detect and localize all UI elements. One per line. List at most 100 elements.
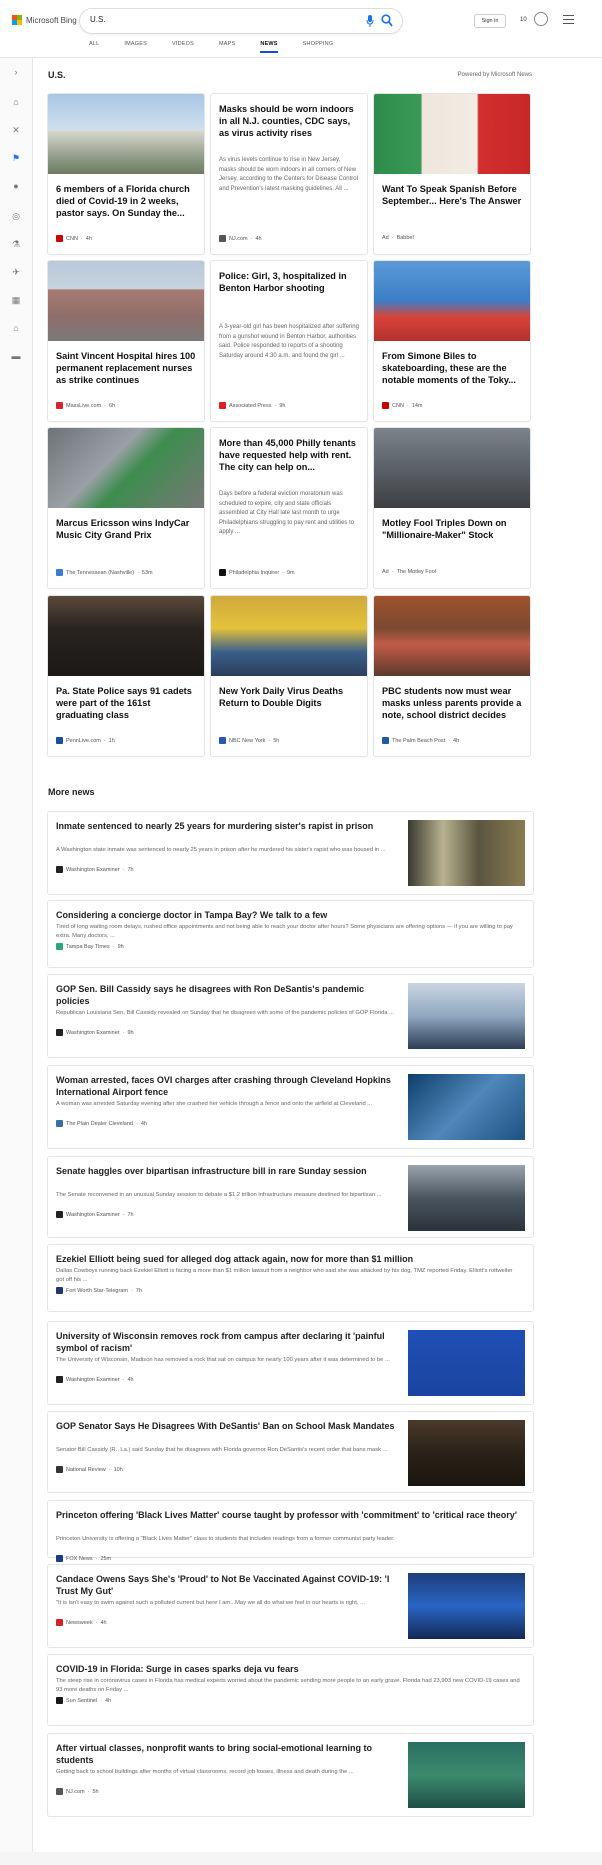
source-name[interactable]: NBC New York [229,738,265,744]
news-thumbnail[interactable] [408,1420,525,1486]
card-title[interactable]: Masks should be worn indoors in all N.J.… [219,103,359,139]
card-title[interactable]: From Simone Biles to skateboarding, thes… [382,350,522,386]
news-title[interactable]: Inmate sentenced to nearly 25 years for … [56,820,396,832]
card-image[interactable] [374,261,530,341]
news-card[interactable]: From Simone Biles to skateboarding, thes… [374,261,530,421]
sign-in-button[interactable]: Sign in [474,14,506,28]
card-title[interactable]: More than 45,000 Philly tenants have req… [219,437,359,473]
bing-logo[interactable]: Microsoft Bing [12,15,77,25]
bank-icon[interactable]: ⌂ [10,322,22,334]
news-title[interactable]: After virtual classes, nonprofit wants t… [56,1742,396,1766]
news-list-item[interactable]: Woman arrested, faces OVI charges after … [48,1066,533,1148]
news-thumbnail[interactable] [408,1165,525,1231]
news-card[interactable]: PBC students now must wear masks unless … [374,596,530,756]
tab-shopping[interactable]: SHOPPING [303,41,334,53]
card-image[interactable] [48,428,204,508]
source-name[interactable]: Fort Worth Star-Telegram [66,1288,128,1294]
news-card[interactable]: Police: Girl, 3, hospitalized in Benton … [211,261,367,421]
news-thumbnail[interactable] [408,1330,525,1396]
news-card[interactable]: Want To Speak Spanish Before September..… [374,94,530,254]
card-image[interactable] [374,94,530,174]
card-image[interactable] [211,596,367,676]
news-thumbnail[interactable] [408,983,525,1049]
source-name[interactable]: FOX News [66,1556,93,1562]
film-icon[interactable]: ▦ [10,294,22,306]
news-title[interactable]: University of Wisconsin removes rock fro… [56,1330,396,1354]
microscope-icon[interactable]: ⚗ [10,238,22,250]
card-image[interactable] [48,596,204,676]
search-box[interactable] [80,9,402,33]
source-name[interactable]: Tampa Bay Times [66,944,110,950]
home-icon[interactable]: ⌂ [10,96,22,108]
news-title[interactable]: Ezekiel Elliott being sued for alleged d… [56,1253,521,1265]
source-name[interactable]: The Plain Dealer Cleveland [66,1121,133,1127]
news-card[interactable]: Masks should be worn indoors in all N.J.… [211,94,367,254]
news-card[interactable]: Marcus Ericsson wins IndyCar Music City … [48,428,204,588]
news-title[interactable]: Woman arrested, faces OVI charges after … [56,1074,396,1098]
source-name[interactable]: Sun Sentinel [66,1698,97,1704]
news-thumbnail[interactable] [408,1742,525,1808]
source-name[interactable]: Washington Examiner [66,1030,120,1036]
search-icon[interactable] [381,14,393,27]
source-name[interactable]: MassLive.com [66,403,101,409]
news-list-item[interactable]: COVID-19 in Florida: Surge in cases spar… [48,1655,533,1725]
rewards-icon[interactable] [534,12,548,26]
card-title[interactable]: Police: Girl, 3, hospitalized in Benton … [219,270,359,294]
news-list-item[interactable]: Candace Owens Says She's 'Proud' to Not … [48,1565,533,1647]
source-name[interactable]: Washington Examiner [66,867,120,873]
satellite-icon[interactable]: ✈ [10,266,22,278]
source-name[interactable]: Babbel [397,235,414,241]
news-title[interactable]: Senate haggles over bipartisan infrastru… [56,1165,396,1177]
news-list-item[interactable]: GOP Senator Says He Disagrees With DeSan… [48,1412,533,1492]
card-title[interactable]: Want To Speak Spanish Before September..… [382,183,522,207]
location-pin-icon[interactable]: ● [10,180,22,192]
card-icon[interactable]: ▬ [10,350,22,362]
news-card[interactable]: Pa. State Police says 91 cadets were par… [48,596,204,756]
news-list-item[interactable]: GOP Sen. Bill Cassidy says he disagrees … [48,975,533,1057]
news-card[interactable]: More than 45,000 Philly tenants have req… [211,428,367,588]
news-list-item[interactable]: After virtual classes, nonprofit wants t… [48,1734,533,1816]
news-card[interactable]: Saint Vincent Hospital hires 100 permane… [48,261,204,421]
news-card[interactable]: Motley Fool Triples Down on "Millionaire… [374,428,530,588]
news-title[interactable]: GOP Sen. Bill Cassidy says he disagrees … [56,983,396,1007]
news-list-item[interactable]: Princeton offering 'Black Lives Matter' … [48,1501,533,1562]
source-name[interactable]: NJ.com [66,1789,85,1795]
search-input[interactable] [90,15,340,24]
card-image[interactable] [48,94,204,174]
expand-icon[interactable]: › [10,66,22,78]
card-title[interactable]: Marcus Ericsson wins IndyCar Music City … [56,517,196,541]
tab-news[interactable]: NEWS [260,41,278,53]
source-name[interactable]: CNN [66,236,78,242]
source-name[interactable]: Washington Examiner [66,1212,120,1218]
news-list-item[interactable]: Ezekiel Elliott being sued for alleged d… [48,1245,533,1311]
source-name[interactable]: Philadelphia Inquirer [229,570,279,576]
tab-maps[interactable]: MAPS [219,41,235,53]
source-name[interactable]: PennLive.com [66,738,101,744]
card-title[interactable]: PBC students now must wear masks unless … [382,685,522,721]
news-list-item[interactable]: University of Wisconsin removes rock fro… [48,1322,533,1404]
source-name[interactable]: Washington Examiner [66,1377,120,1383]
rewards-points[interactable]: 10 [520,17,527,23]
news-title[interactable]: COVID-19 in Florida: Surge in cases spar… [56,1663,521,1675]
card-title[interactable]: New York Daily Virus Deaths Return to Do… [219,685,359,709]
source-name[interactable]: The Palm Beach Post [392,738,445,744]
news-list-item[interactable]: Senate haggles over bipartisan infrastru… [48,1157,533,1237]
news-card[interactable]: 6 members of a Florida church died of Co… [48,94,204,254]
news-thumbnail[interactable] [408,1573,525,1639]
source-name[interactable]: The Motley Fool [397,569,436,575]
tab-images[interactable]: IMAGES [124,41,147,53]
card-image[interactable] [374,428,530,508]
source-name[interactable]: Newsweek [66,1620,93,1626]
flag-icon[interactable]: ⚑ [10,152,22,164]
news-title[interactable]: GOP Senator Says He Disagrees With DeSan… [56,1420,396,1432]
source-name[interactable]: CNN [392,403,404,409]
science-icon[interactable]: ✕ [10,124,22,136]
card-title[interactable]: Saint Vincent Hospital hires 100 permane… [56,350,196,386]
news-title[interactable]: Considering a concierge doctor in Tampa … [56,909,521,921]
source-name[interactable]: NJ.com [229,236,248,242]
news-card[interactable]: New York Daily Virus Deaths Return to Do… [211,596,367,756]
source-name[interactable]: Associated Press [229,403,272,409]
microphone-icon[interactable] [366,15,374,27]
card-image[interactable] [48,261,204,341]
source-name[interactable]: National Review [66,1467,106,1473]
